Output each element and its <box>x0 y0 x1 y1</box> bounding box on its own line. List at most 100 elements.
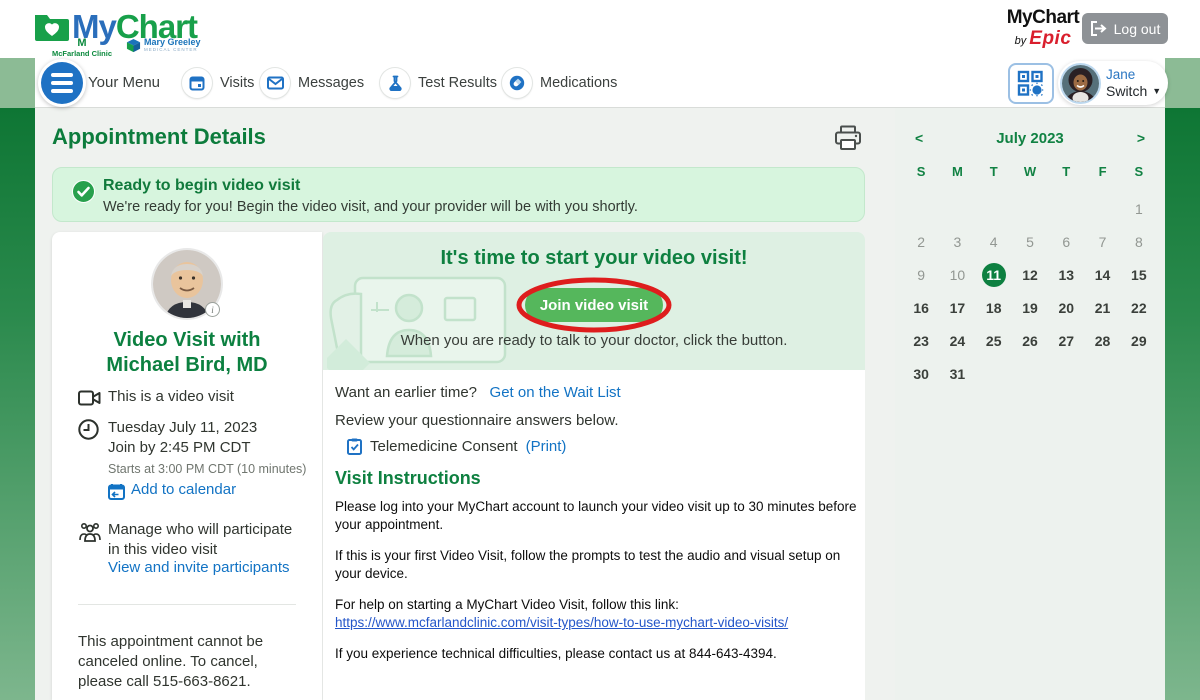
calendar-day[interactable]: 2 <box>903 230 939 254</box>
appointment-summary-card: i Video Visit with Michael Bird, MD This… <box>52 232 322 700</box>
visit-instructions-body: Please log into your MyChart account to … <box>335 498 857 676</box>
user-avatar <box>1062 65 1099 102</box>
right-decorative-strip <box>1165 58 1200 700</box>
calendar-next-button[interactable]: > <box>1137 130 1145 146</box>
questionnaire-note: Review your questionnaire answers below. <box>335 412 618 429</box>
calendar-day[interactable]: 5 <box>1012 230 1048 254</box>
your-menu-label[interactable]: Your Menu <box>88 74 160 91</box>
appointment-datetime: Tuesday July 11, 2023 Join by 2:45 PM CD… <box>108 418 257 458</box>
add-to-calendar-link[interactable]: Add to calendar <box>131 481 236 498</box>
calendar-day[interactable]: 21 <box>1084 296 1120 320</box>
calendar-day[interactable]: 6 <box>1048 230 1084 254</box>
nav-item-messages[interactable]: Messages <box>260 66 364 100</box>
calendar-icon <box>182 68 212 98</box>
help-link[interactable]: https://www.mcfarlandclinic.com/visit-ty… <box>335 615 788 630</box>
top-header: MyChart M McFarland Clinic Mary Greeley … <box>0 0 1200 58</box>
calendar-day-header: T <box>1048 164 1084 188</box>
calendar-day[interactable]: 8 <box>1121 230 1157 254</box>
calendar-day[interactable]: 13 <box>1048 263 1084 287</box>
calendar-day[interactable]: 22 <box>1121 296 1157 320</box>
nav-item-test-results[interactable]: Test Results <box>380 66 497 100</box>
earlier-time-row: Want an earlier time? Get on the Wait Li… <box>335 384 621 401</box>
start-visit-heading: It's time to start your video visit! <box>323 247 865 270</box>
calendar-grid: SMTWTFS123456789101112131415161718192021… <box>903 164 1157 386</box>
nav-item-visits[interactable]: Visits <box>182 66 254 100</box>
join-video-visit-button[interactable]: Join video visit <box>525 288 663 322</box>
calendar-day[interactable]: 30 <box>903 362 939 386</box>
mary-greeley-logo: Mary Greeley MEDICAL CENTER <box>126 38 201 53</box>
nav-item-medications[interactable]: Medications <box>502 66 617 100</box>
instruction-paragraph: For help on starting a MyChart Video Vis… <box>335 596 857 632</box>
calendar-day-blank <box>903 197 939 221</box>
visit-instructions-heading: Visit Instructions <box>335 468 481 489</box>
manage-participants-label: Manage who will participate in this vide… <box>108 520 292 560</box>
calendar-day[interactable]: 25 <box>976 329 1012 353</box>
calendar-day[interactable]: 7 <box>1084 230 1120 254</box>
calendar-day[interactable]: 23 <box>903 329 939 353</box>
appointment-title: Video Visit with Michael Bird, MD <box>52 328 322 378</box>
calendar-day[interactable]: 18 <box>976 296 1012 320</box>
mary-greeley-label: Mary Greeley <box>144 38 201 47</box>
mary-greeley-cube-icon <box>126 38 141 53</box>
calendar-day[interactable]: 9 <box>903 263 939 287</box>
calendar-day[interactable]: 11 <box>976 263 1012 287</box>
calendar-day-blank <box>1048 197 1084 221</box>
calendar-day[interactable]: 31 <box>939 362 975 386</box>
banner-title: Ready to begin video visit <box>103 177 300 195</box>
calendar-day-header: M <box>939 164 975 188</box>
mary-greeley-sublabel: MEDICAL CENTER <box>144 48 201 53</box>
clinic-logos: M McFarland Clinic Mary Greeley MEDICAL … <box>52 38 201 58</box>
check-circle-icon <box>72 180 95 203</box>
calendar-day-blank <box>1084 362 1120 386</box>
calendar-day[interactable]: 4 <box>976 230 1012 254</box>
calendar-day[interactable]: 27 <box>1048 329 1084 353</box>
your-menu-button[interactable] <box>38 59 86 107</box>
clock-icon <box>78 419 99 440</box>
calendar-day-blank <box>976 197 1012 221</box>
cancel-note: This appointment cannot be canceled onli… <box>78 632 300 692</box>
calendar-day[interactable]: 20 <box>1048 296 1084 320</box>
log-out-label: Log out <box>1114 21 1161 37</box>
calendar-day-header: S <box>903 164 939 188</box>
qr-code-icon <box>1017 70 1045 97</box>
calendar-day[interactable]: 16 <box>903 296 939 320</box>
log-out-button[interactable]: Log out <box>1082 13 1168 44</box>
calendar-day[interactable]: 14 <box>1084 263 1120 287</box>
consent-print-link[interactable]: (Print) <box>526 438 567 455</box>
calendar-day[interactable]: 15 <box>1121 263 1157 287</box>
calendar-day[interactable]: 12 <box>1012 263 1048 287</box>
epic-brand-text: Epic <box>1029 28 1071 49</box>
questionnaire-check-icon <box>347 438 362 455</box>
calendar-day[interactable]: 29 <box>1121 329 1157 353</box>
view-invite-participants-link[interactable]: View and invite participants <box>108 559 290 576</box>
calendar-day-blank <box>1048 362 1084 386</box>
video-visit-illustration <box>327 260 517 370</box>
calendar-day[interactable]: 1 <box>1121 197 1157 221</box>
start-visit-panel: It's time to start your video visit! Joi… <box>323 232 865 370</box>
provider-info-icon[interactable]: i <box>205 302 220 317</box>
instruction-paragraph: If you experience technical difficulties… <box>335 645 857 663</box>
calendar-day[interactable]: 10 <box>939 263 975 287</box>
calendar-day-header: T <box>976 164 1012 188</box>
consent-label[interactable]: Telemedicine Consent <box>370 438 518 455</box>
calendar-day[interactable]: 3 <box>939 230 975 254</box>
print-button[interactable] <box>832 125 864 153</box>
pill-icon <box>502 68 532 98</box>
wait-list-link[interactable]: Get on the Wait List <box>490 384 621 401</box>
calendar-day[interactable]: 17 <box>939 296 975 320</box>
calendar-day[interactable]: 24 <box>939 329 975 353</box>
calendar-day-header: F <box>1084 164 1120 188</box>
profile-switch-label: Switch <box>1106 83 1147 100</box>
calendar-day[interactable]: 28 <box>1084 329 1120 353</box>
add-calendar-icon <box>108 483 125 500</box>
visit-details-section: Want an earlier time? Get on the Wait Li… <box>323 370 865 700</box>
qr-code-button[interactable] <box>1008 63 1054 104</box>
mychart-page: MyChart M McFarland Clinic Mary Greeley … <box>0 0 1200 700</box>
video-camera-icon <box>78 390 101 406</box>
calendar-day[interactable]: 19 <box>1012 296 1048 320</box>
instruction-paragraph: Please log into your MyChart account to … <box>335 498 857 534</box>
calendar-day[interactable]: 26 <box>1012 329 1048 353</box>
profile-switch-button[interactable]: Jane Switch▼ <box>1058 61 1168 105</box>
calendar-day-blank <box>976 362 1012 386</box>
left-decorative-strip <box>0 58 35 700</box>
